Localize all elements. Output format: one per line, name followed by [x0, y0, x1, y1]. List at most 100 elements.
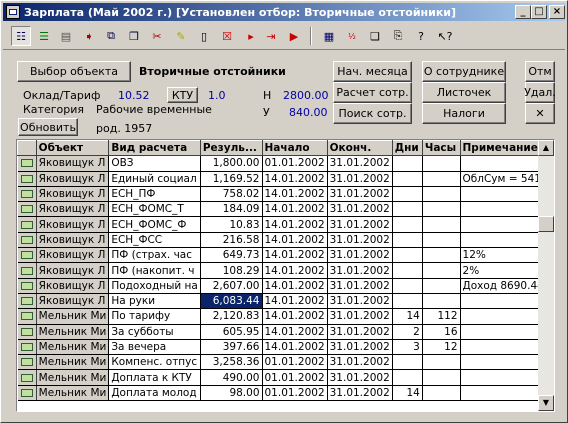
table-cell[interactable]: 31.01.2002 — [327, 216, 393, 233]
new-doc-icon[interactable]: ✎ — [171, 26, 191, 46]
table-cell[interactable]: 14.01.2002 — [262, 247, 328, 264]
copy-icon[interactable]: ⧉ — [101, 26, 121, 46]
table-cell[interactable]: 31.01.2002 — [327, 247, 393, 264]
table-row[interactable]: Яковищук Л Единый социал 1,169.52 14.01.200… — [17, 171, 554, 187]
table-row[interactable]: Мельник Ми Доплата молод 98.00 01.01.2002 31… — [17, 385, 554, 402]
table-cell[interactable]: Яковищук Л — [36, 186, 110, 203]
select-object-button[interactable]: Выбор объекта — [17, 61, 131, 82]
folder-icon[interactable] — [17, 201, 37, 218]
column-header[interactable]: Оконч. — [326, 140, 393, 157]
table-cell[interactable]: Яковищук Л — [36, 293, 110, 310]
table-cell[interactable]: 31.01.2002 — [327, 324, 393, 340]
table-cell[interactable] — [422, 293, 461, 310]
column-header[interactable]: Резуль... — [199, 140, 263, 157]
grid-icon[interactable]: ☷ — [11, 26, 31, 46]
minimize-button[interactable]: _ — [515, 5, 531, 19]
table-row[interactable]: Яковищук Л ОВЗ 1,800.00 01.01.2002 31.01.200… — [17, 155, 554, 172]
scroll-thumb[interactable] — [538, 216, 554, 232]
table-cell[interactable]: Яковищук Л — [36, 216, 110, 233]
table-row[interactable]: Яковищук Л ЕСН_ПФ 758.02 14.01.2002 31.01.20… — [17, 186, 554, 203]
table-cell[interactable] — [392, 247, 423, 264]
table-cell[interactable]: 01.01.2002 — [262, 354, 328, 371]
table-cell[interactable] — [422, 186, 461, 203]
table-cell[interactable]: За субботы — [108, 324, 201, 340]
data-grid[interactable]: Объект Вид расчета Резуль... Начало Окон… — [16, 139, 555, 412]
table-cell[interactable]: 2,607.00 — [200, 278, 263, 294]
folder-icon[interactable] — [17, 232, 37, 249]
column-header[interactable]: Дни — [391, 140, 423, 157]
table-row[interactable]: Мельник Ми По тарифу 2,120.83 14.01.2002 31.… — [17, 308, 554, 325]
table-cell[interactable] — [422, 201, 461, 218]
table-cell[interactable] — [422, 155, 461, 172]
folder-icon[interactable] — [17, 216, 37, 233]
table-cell[interactable]: 397.66 — [200, 339, 263, 356]
folder-icon[interactable] — [17, 186, 37, 203]
table-cell[interactable]: Яковищук Л — [36, 278, 110, 294]
table-cell[interactable]: 2 — [392, 324, 423, 340]
table-cell[interactable]: Мельник Ми — [36, 369, 110, 386]
table-cell[interactable] — [392, 369, 423, 386]
maximize-button[interactable]: □ — [531, 5, 547, 19]
table-cell[interactable]: 14.01.2002 — [262, 308, 328, 325]
scroll-up-icon[interactable]: ▲ — [538, 140, 554, 156]
table-cell[interactable]: Яковищук Л — [36, 247, 110, 264]
table-cell[interactable]: Яковищук Л — [36, 262, 110, 279]
column-header[interactable]: Объект — [35, 140, 110, 157]
search-employee-button[interactable]: Поиск сотр. — [333, 103, 412, 124]
folder-icon[interactable] — [17, 324, 37, 340]
vertical-scrollbar[interactable]: ▲ ▼ — [538, 140, 554, 411]
folder-icon[interactable] — [17, 369, 37, 386]
table-cell[interactable]: 6,083.44 — [200, 293, 263, 310]
title-bar[interactable]: Зарплата (Май 2002 г.) [Установлен отбор… — [3, 3, 565, 21]
table-cell[interactable]: 605.95 — [200, 324, 263, 340]
table-cell[interactable]: 31.01.2002 — [327, 232, 393, 249]
table-cell[interactable]: 31.01.2002 — [327, 308, 393, 325]
table-cell[interactable]: 3 — [392, 339, 423, 356]
table-cell[interactable]: 3,258.36 — [200, 354, 263, 371]
table-cell[interactable]: Подоходный на — [108, 278, 201, 294]
table-cell[interactable]: 10.83 — [200, 216, 263, 233]
cut-icon[interactable]: ✂ — [147, 26, 167, 46]
folder-icon[interactable] — [17, 155, 37, 172]
table-cell[interactable]: 14 — [392, 385, 423, 402]
table-cell[interactable] — [392, 201, 423, 218]
table-cell[interactable]: 649.73 — [200, 247, 263, 264]
table-cell[interactable] — [392, 232, 423, 249]
table-cell[interactable]: Доплата к КТУ — [108, 369, 201, 386]
table-cell[interactable] — [392, 186, 423, 203]
table-cell[interactable]: 112 — [422, 308, 461, 325]
folder-icon[interactable] — [17, 247, 37, 264]
table-cell[interactable] — [392, 354, 423, 371]
table-cell[interactable]: Яковищук Л — [36, 171, 110, 187]
table-cell[interactable]: ЕСН_ФОМС_Т — [108, 201, 201, 218]
help-icon[interactable]: ? — [411, 26, 431, 46]
table-cell[interactable]: ЕСН_ФСС — [108, 232, 201, 249]
folder-icon[interactable] — [17, 308, 37, 325]
calc-icon[interactable]: ▦ — [319, 26, 339, 46]
table-cell[interactable]: 31.01.2002 — [327, 201, 393, 218]
numbers-icon[interactable]: ⅟₂ — [342, 26, 362, 46]
table-cell[interactable]: Яковищук Л — [36, 201, 110, 218]
table-cell[interactable]: 2,120.83 — [200, 308, 263, 325]
table-cell[interactable]: 1,800.00 — [200, 155, 263, 172]
folder-icon[interactable] — [17, 339, 37, 356]
table-row[interactable]: Яковищук Л ЕСН_ФСС 216.58 14.01.2002 31.01.2… — [17, 232, 554, 249]
column-header[interactable]: Часы — [421, 140, 461, 157]
folder-icon[interactable] — [17, 278, 37, 294]
table-row[interactable]: Яковищук Л На руки 6,083.44 14.01.2002 31.01… — [17, 293, 554, 310]
table-cell[interactable]: 14.01.2002 — [262, 216, 328, 233]
table-cell[interactable]: 14.01.2002 — [262, 186, 328, 203]
folder-icon[interactable] — [17, 293, 37, 310]
table-cell[interactable]: 184.09 — [200, 201, 263, 218]
taxes-button[interactable]: Налоги — [422, 103, 506, 124]
move-icon[interactable]: ➧ — [79, 26, 99, 46]
table-cell[interactable]: 216.58 — [200, 232, 263, 249]
table-cell[interactable] — [422, 369, 461, 386]
table-cell[interactable] — [392, 293, 423, 310]
folder-icon[interactable] — [17, 171, 37, 187]
table-cell[interactable]: 14.01.2002 — [262, 201, 328, 218]
table-cell[interactable]: ЕСН_ПФ — [108, 186, 201, 203]
table-cell[interactable]: Яковищук Л — [36, 155, 110, 172]
table-cell[interactable]: ЕСН_ФОМС_Ф — [108, 216, 201, 233]
folder-icon[interactable] — [17, 262, 37, 279]
